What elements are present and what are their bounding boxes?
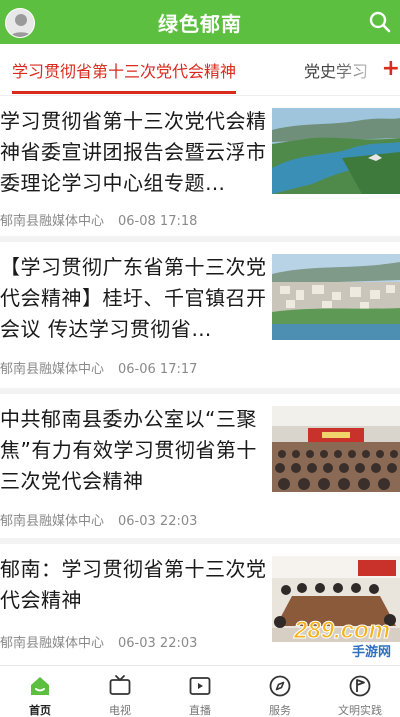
list-item[interactable]: 中共郁南县委办公室以“三聚焦”有力有效学习贯彻省第十三次党代会精神 郁南县融媒体… — [0, 394, 400, 544]
tab-party-congress[interactable]: 学习贯彻省第十三次党代会精神 — [12, 58, 237, 94]
article-headline: 中共郁南县委办公室以“三聚焦”有力有效学习贯彻省第十三次党代会精神 — [0, 407, 257, 493]
search-icon — [369, 11, 391, 33]
nav-label: 文明实践 — [338, 704, 382, 717]
home-icon — [31, 677, 49, 695]
active-tab-indicator — [12, 91, 237, 94]
list-item[interactable]: 【学习贯彻广东省第十三次党代会精神】桂圩、千官镇召开会议 传达学习贯彻省… 郁南… — [0, 242, 400, 394]
nav-live[interactable]: 直播 — [160, 666, 240, 717]
article-meta: 郁南县融媒体中心 06-06 17:17 — [0, 358, 197, 377]
article-meta: 郁南县融媒体中心 06-03 22:03 — [0, 632, 197, 651]
article-source: 郁南县融媒体中心 — [0, 636, 105, 651]
nav-tv[interactable]: 电视 — [80, 666, 160, 717]
bottom-nav: 首页 电视 直播 服务 文明实践 — [0, 665, 400, 717]
list-item[interactable]: 郁南：学习贯彻省第十三次党代会精神 郁南县融媒体中心 06-03 22:03 — [0, 544, 400, 674]
nav-label: 首页 — [29, 704, 51, 717]
article-source: 郁南县融媒体中心 — [0, 362, 105, 377]
nav-label: 服务 — [269, 704, 291, 717]
article-headline: 学习贯彻省第十三次党代会精神省委宣讲团报告会暨云浮市委理论学习中心组专题… — [0, 109, 267, 195]
article-time: 06-06 17:17 — [118, 362, 198, 377]
tv-icon — [109, 675, 131, 695]
article-meta: 郁南县融媒体中心 06-08 17:18 — [0, 210, 197, 229]
compass-icon — [269, 675, 291, 697]
user-avatar[interactable] — [5, 8, 35, 38]
app-header: 绿色郁南 — [0, 0, 400, 44]
article-source: 郁南县融媒体中心 — [0, 214, 105, 229]
add-channel-button[interactable]: + — [378, 54, 400, 86]
nav-home[interactable]: 首页 — [0, 666, 80, 717]
search-button[interactable] — [368, 10, 392, 34]
article-thumbnail — [272, 406, 400, 492]
article-headline: 【学习贯彻广东省第十三次党代会精神】桂圩、千官镇召开会议 传达学习贯彻省… — [0, 255, 267, 341]
nav-label: 电视 — [109, 704, 131, 717]
user-icon — [9, 14, 33, 37]
article-list: 学习贯彻省第十三次党代会精神省委宣讲团报告会暨云浮市委理论学习中心组专题… 郁南… — [0, 96, 400, 674]
article-time: 06-03 22:03 — [118, 514, 198, 529]
list-item[interactable]: 学习贯彻省第十三次党代会精神省委宣讲团报告会暨云浮市委理论学习中心组专题… 郁南… — [0, 96, 400, 242]
category-tabs: 学习贯彻省第十三次党代会精神 党史学习 + — [0, 44, 400, 96]
article-thumbnail — [272, 556, 400, 642]
nav-label: 直播 — [189, 704, 211, 717]
article-time: 06-03 22:03 — [118, 636, 198, 651]
article-headline: 郁南：学习贯彻省第十三次党代会精神 — [0, 557, 267, 612]
article-source: 郁南县融媒体中心 — [0, 514, 105, 529]
app-title: 绿色郁南 — [158, 11, 242, 36]
article-meta: 郁南县融媒体中心 06-03 22:03 — [0, 510, 197, 529]
article-thumbnail — [272, 254, 400, 340]
nav-civilization[interactable]: 文明实践 — [320, 666, 400, 717]
live-video-icon — [189, 677, 211, 695]
article-thumbnail — [272, 108, 400, 194]
tab-label: 学习贯彻省第十三次党代会精神 — [12, 62, 237, 81]
article-time: 06-08 17:18 — [118, 214, 198, 229]
flag-circle-icon — [349, 675, 371, 697]
nav-service[interactable]: 服务 — [240, 666, 320, 717]
